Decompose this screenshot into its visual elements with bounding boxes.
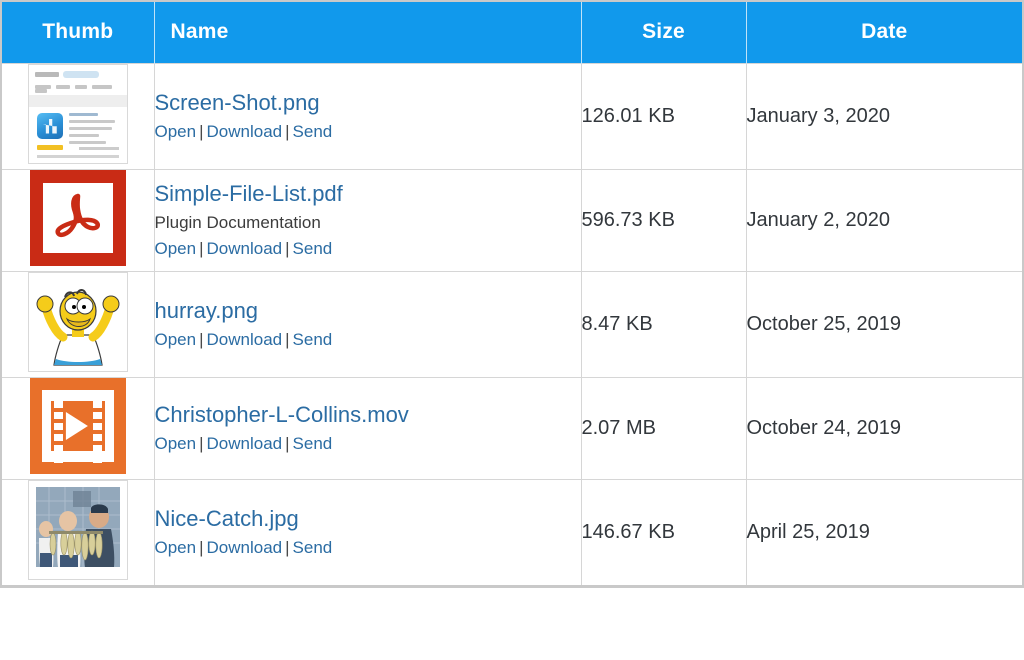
- action-separator: |: [196, 330, 206, 349]
- size-cell: 2.07 MB: [581, 377, 746, 479]
- action-separator: |: [282, 330, 292, 349]
- thumbnail-nav-bar: [35, 85, 121, 89]
- film-strip: [51, 401, 105, 451]
- size-cell: 596.73 KB: [581, 169, 746, 271]
- cartoon-svg: [29, 273, 127, 371]
- file-actions: Open|Download|Send: [155, 330, 333, 349]
- file-actions: Open|Download|Send: [155, 538, 333, 557]
- thumbnail-logo-bar: [35, 72, 59, 77]
- file-actions: Open|Download|Send: [155, 122, 333, 141]
- header-row: Thumb Name Size Date: [1, 1, 1023, 63]
- cartoon-character-thumbnail[interactable]: [28, 272, 128, 372]
- thumbnail-star-rating: [37, 145, 63, 150]
- file-name-link[interactable]: Christopher-L-Collins.mov: [155, 401, 581, 429]
- thumbnail-search-pill: [63, 71, 99, 78]
- photo-thumbnail[interactable]: [28, 480, 128, 580]
- thumbnail-cell[interactable]: [1, 377, 154, 479]
- action-separator: |: [196, 122, 206, 141]
- name-cell: Nice-Catch.jpg Open|Download|Send: [154, 479, 581, 586]
- date-cell: October 24, 2019: [746, 377, 1023, 479]
- download-link[interactable]: Download: [207, 434, 283, 453]
- action-separator: |: [196, 239, 206, 258]
- download-link[interactable]: Download: [207, 330, 283, 349]
- table-header: Thumb Name Size Date: [1, 1, 1023, 63]
- thumbnail-footer-line: [37, 155, 119, 158]
- action-separator: |: [282, 122, 292, 141]
- send-link[interactable]: Send: [293, 538, 333, 557]
- column-header-name[interactable]: Name: [154, 1, 581, 63]
- webpage-screenshot-thumbnail[interactable]: [28, 64, 128, 164]
- table-row: Christopher-L-Collins.mov Open|Download|…: [1, 377, 1023, 479]
- file-description: Plugin Documentation: [155, 212, 581, 234]
- name-cell: Simple-File-List.pdf Plugin Documentatio…: [154, 169, 581, 271]
- thumbnail-cell[interactable]: [1, 271, 154, 377]
- send-link[interactable]: Send: [293, 434, 333, 453]
- action-separator: |: [196, 538, 206, 557]
- file-name-link[interactable]: hurray.png: [155, 297, 581, 325]
- name-cell: Christopher-L-Collins.mov Open|Download|…: [154, 377, 581, 479]
- action-separator: |: [282, 434, 292, 453]
- date-cell: April 25, 2019: [746, 479, 1023, 586]
- download-link[interactable]: Download: [207, 538, 283, 557]
- thumbnail-meta-line: [79, 147, 119, 150]
- file-name-link[interactable]: Screen-Shot.png: [155, 89, 581, 117]
- column-header-date[interactable]: Date: [746, 1, 1023, 63]
- action-separator: |: [282, 538, 292, 557]
- pdf-file-icon[interactable]: [30, 170, 126, 266]
- open-link[interactable]: Open: [155, 434, 197, 453]
- film-perforations-right: [93, 401, 102, 451]
- table-row: hurray.png Open|Download|Send 8.47 KB Oc…: [1, 271, 1023, 377]
- download-link[interactable]: Download: [207, 122, 283, 141]
- thumbnail-cell[interactable]: [1, 479, 154, 586]
- send-link[interactable]: Send: [293, 330, 333, 349]
- action-separator: |: [196, 434, 206, 453]
- open-link[interactable]: Open: [155, 330, 197, 349]
- size-cell: 146.67 KB: [581, 479, 746, 586]
- send-link[interactable]: Send: [293, 239, 333, 258]
- download-link[interactable]: Download: [207, 239, 283, 258]
- thumbnail-text-lines: [69, 113, 119, 148]
- thumbnail-banner: [29, 95, 127, 107]
- thumbnail-cell[interactable]: [1, 169, 154, 271]
- table-body: Screen-Shot.png Open|Download|Send 126.0…: [1, 63, 1023, 586]
- open-link[interactable]: Open: [155, 122, 197, 141]
- column-header-size[interactable]: Size: [581, 1, 746, 63]
- file-list-table: Thumb Name Size Date: [0, 0, 1024, 588]
- date-cell: October 25, 2019: [746, 271, 1023, 377]
- table-row: Nice-Catch.jpg Open|Download|Send 146.67…: [1, 479, 1023, 586]
- name-cell: Screen-Shot.png Open|Download|Send: [154, 63, 581, 169]
- fishing-photo: [29, 481, 127, 579]
- file-actions: Open|Download|Send: [155, 434, 333, 453]
- action-separator: |: [282, 239, 292, 258]
- thumbnail-cell[interactable]: [1, 63, 154, 169]
- file-name-link[interactable]: Nice-Catch.jpg: [155, 505, 581, 533]
- table-row: Simple-File-List.pdf Plugin Documentatio…: [1, 169, 1023, 271]
- size-cell: 8.47 KB: [581, 271, 746, 377]
- photo-svg: [29, 481, 127, 579]
- table-row: Screen-Shot.png Open|Download|Send 126.0…: [1, 63, 1023, 169]
- date-cell: January 2, 2020: [746, 169, 1023, 271]
- open-link[interactable]: Open: [155, 538, 197, 557]
- name-cell: hurray.png Open|Download|Send: [154, 271, 581, 377]
- send-link[interactable]: Send: [293, 122, 333, 141]
- file-actions: Open|Download|Send: [155, 239, 333, 258]
- acrobat-glyph: [48, 188, 108, 248]
- thumbnail-app-icon: [37, 113, 63, 139]
- file-name-link[interactable]: Simple-File-List.pdf: [155, 180, 581, 208]
- video-file-icon[interactable]: [30, 378, 126, 474]
- film-perforations-left: [54, 401, 63, 451]
- date-cell: January 3, 2020: [746, 63, 1023, 169]
- size-cell: 126.01 KB: [581, 63, 746, 169]
- open-link[interactable]: Open: [155, 239, 197, 258]
- column-header-thumb[interactable]: Thumb: [1, 1, 154, 63]
- cartoon-figure: [29, 273, 127, 371]
- play-triangle-icon: [66, 412, 88, 440]
